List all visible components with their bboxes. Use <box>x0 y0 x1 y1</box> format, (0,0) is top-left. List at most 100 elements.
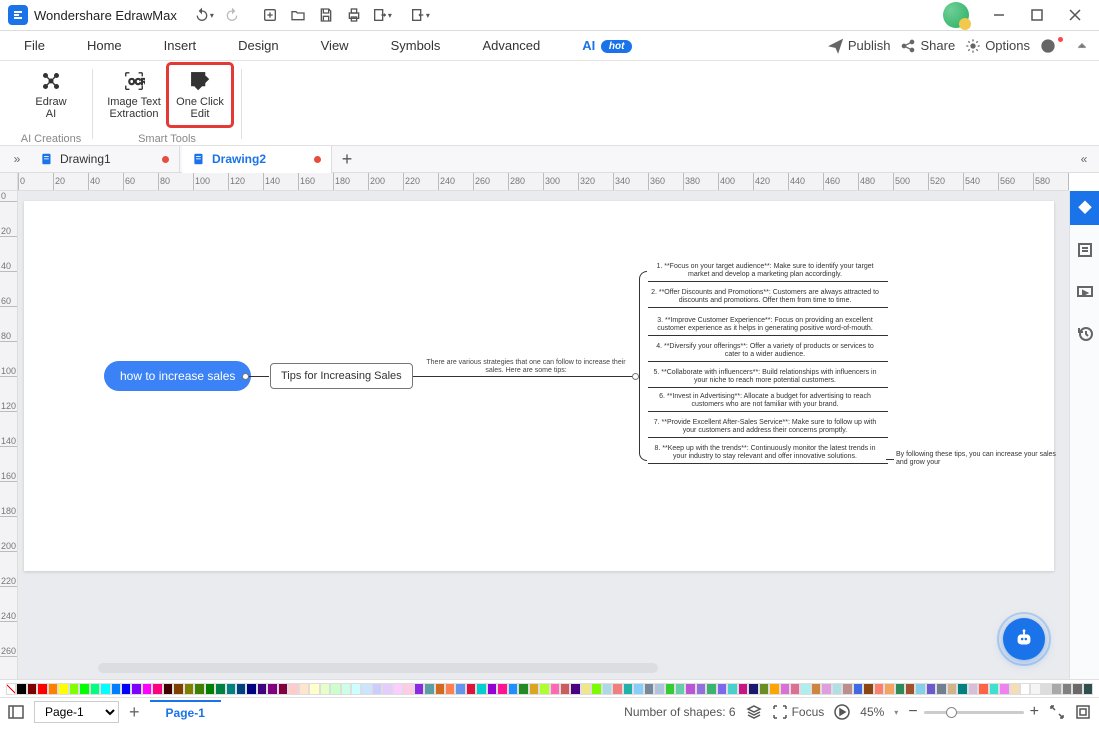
color-swatch[interactable] <box>267 683 277 695</box>
color-swatch[interactable] <box>717 683 727 695</box>
color-swatch[interactable] <box>476 683 486 695</box>
color-swatch[interactable] <box>1020 683 1030 695</box>
mindmap-node[interactable]: Tips for Increasing Sales <box>270 363 413 389</box>
color-swatch[interactable] <box>1010 683 1020 695</box>
color-swatch[interactable] <box>748 683 758 695</box>
color-swatch[interactable] <box>341 683 351 695</box>
menu-file[interactable]: File <box>18 34 51 57</box>
save-button[interactable] <box>313 3 339 27</box>
doc-tab-2[interactable]: Drawing2 <box>182 146 332 173</box>
menu-symbols[interactable]: Symbols <box>385 34 447 57</box>
color-swatch[interactable] <box>915 683 925 695</box>
color-swatch[interactable] <box>696 683 706 695</box>
color-swatch[interactable] <box>1051 683 1061 695</box>
presentation-button[interactable] <box>834 704 850 720</box>
layers-button[interactable] <box>746 704 762 720</box>
color-swatch[interactable] <box>48 683 58 695</box>
tabs-expand-left[interactable]: » <box>6 148 28 170</box>
color-swatch[interactable] <box>205 683 215 695</box>
color-swatch[interactable] <box>936 683 946 695</box>
share-button[interactable]: Share <box>900 38 955 54</box>
connector-handle[interactable] <box>242 373 249 380</box>
canvas[interactable]: how to increase sales Tips for Increasin… <box>18 191 1069 679</box>
no-fill-swatch[interactable] <box>6 683 16 695</box>
mindmap-tip[interactable]: 3. **Improve Customer Experience**: Focu… <box>650 317 880 334</box>
color-swatch[interactable] <box>445 683 455 695</box>
image-text-extraction-button[interactable]: OCR Image TextExtraction <box>103 65 165 125</box>
color-swatch[interactable] <box>173 683 183 695</box>
color-swatch[interactable] <box>382 683 392 695</box>
color-swatch[interactable] <box>16 683 26 695</box>
color-swatch[interactable] <box>759 683 769 695</box>
color-swatch[interactable] <box>37 683 47 695</box>
color-swatch[interactable] <box>623 683 633 695</box>
color-swatch[interactable] <box>832 683 842 695</box>
presentation-tool[interactable] <box>1070 275 1099 309</box>
redo-button[interactable] <box>219 3 245 27</box>
color-swatch[interactable] <box>309 683 319 695</box>
color-swatch[interactable] <box>403 683 413 695</box>
color-swatch[interactable] <box>90 683 100 695</box>
color-swatch[interactable] <box>184 683 194 695</box>
color-swatch[interactable] <box>497 683 507 695</box>
color-swatch[interactable] <box>665 683 675 695</box>
color-swatch[interactable] <box>1072 683 1082 695</box>
doc-tab-1[interactable]: Drawing1 <box>30 146 180 173</box>
open-button[interactable] <box>285 3 311 27</box>
color-swatch[interactable] <box>550 683 560 695</box>
zoom-slider[interactable]: − + <box>908 703 1039 721</box>
color-swatch[interactable] <box>968 683 978 695</box>
new-tab-button[interactable]: + <box>334 146 360 172</box>
menu-design[interactable]: Design <box>232 34 284 57</box>
color-swatch[interactable] <box>226 683 236 695</box>
color-swatch[interactable] <box>246 683 256 695</box>
color-swatch[interactable] <box>58 683 68 695</box>
zoom-dropdown[interactable]: ▾ <box>894 708 898 717</box>
color-swatch[interactable] <box>905 683 915 695</box>
color-swatch[interactable] <box>100 683 110 695</box>
color-swatch[interactable] <box>393 683 403 695</box>
color-swatch[interactable] <box>602 683 612 695</box>
color-swatch[interactable] <box>351 683 361 695</box>
mindmap-tip[interactable]: 5. **Collaborate with influencers**: Bui… <box>650 369 880 386</box>
color-swatch[interactable] <box>361 683 371 695</box>
color-swatch[interactable] <box>1062 683 1072 695</box>
color-swatch[interactable] <box>69 683 79 695</box>
color-swatch[interactable] <box>685 683 695 695</box>
user-avatar[interactable] <box>943 2 969 28</box>
page-tool[interactable] <box>1070 233 1099 267</box>
mindmap-tip[interactable]: 1. **Focus on your target audience**: Ma… <box>650 263 880 280</box>
color-swatch[interactable] <box>539 683 549 695</box>
color-swatch[interactable] <box>121 683 131 695</box>
color-swatch[interactable] <box>131 683 141 695</box>
color-swatch[interactable] <box>414 683 424 695</box>
help-button[interactable] <box>1040 38 1065 54</box>
color-swatch[interactable] <box>435 683 445 695</box>
color-swatch[interactable] <box>570 683 580 695</box>
color-swatch[interactable] <box>330 683 340 695</box>
color-swatch[interactable] <box>957 683 967 695</box>
maximize-button[interactable] <box>1021 1 1053 29</box>
edraw-ai-button[interactable]: EdrawAI <box>20 65 82 125</box>
color-swatch[interactable] <box>508 683 518 695</box>
ai-assistant-fab[interactable] <box>1003 618 1045 660</box>
print-button[interactable] <box>341 3 367 27</box>
history-tool[interactable] <box>1070 317 1099 351</box>
fit-page-button[interactable] <box>1049 704 1065 720</box>
color-swatch[interactable] <box>518 683 528 695</box>
color-swatch[interactable] <box>821 683 831 695</box>
color-swatch[interactable] <box>79 683 89 695</box>
color-swatch[interactable] <box>926 683 936 695</box>
mindmap-tip[interactable]: 2. **Offer Discounts and Promotions**: C… <box>650 289 880 306</box>
mindmap-tip[interactable]: 6. **Invest in Advertising**: Allocate a… <box>650 393 880 410</box>
color-swatch[interactable] <box>27 683 37 695</box>
color-swatch[interactable] <box>466 683 476 695</box>
color-swatch[interactable] <box>811 683 821 695</box>
one-click-edit-button[interactable]: One ClickEdit <box>169 65 231 125</box>
color-swatch[interactable] <box>560 683 570 695</box>
color-swatch[interactable] <box>1041 683 1051 695</box>
menu-advanced[interactable]: Advanced <box>476 34 546 57</box>
page-tab[interactable]: Page-1 <box>150 700 221 724</box>
options-button[interactable]: Options <box>965 38 1030 54</box>
color-swatch[interactable] <box>895 683 905 695</box>
